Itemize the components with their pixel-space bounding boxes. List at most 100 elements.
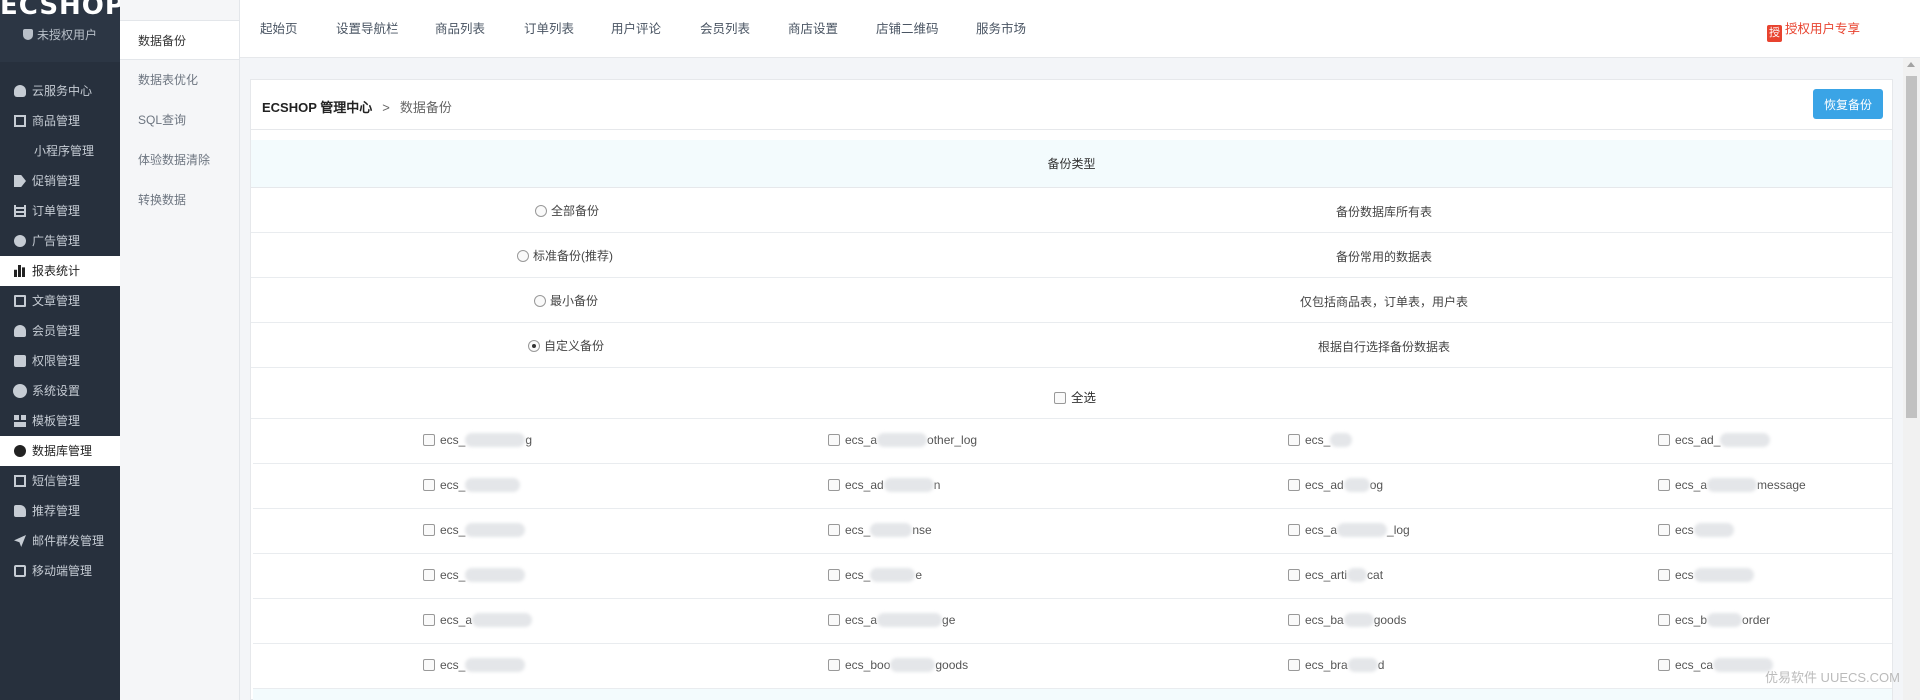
table-checkbox[interactable]	[423, 569, 435, 581]
backup-option-custom[interactable]: 自定义备份	[528, 337, 604, 354]
table-checkbox-item[interactable]: ecs_b order	[1658, 613, 1770, 627]
table-checkbox[interactable]	[1658, 614, 1670, 626]
subnav-convert[interactable]: 转换数据	[120, 180, 239, 220]
table-checkbox-item[interactable]: ecs_boo goods	[828, 658, 968, 672]
table-checkbox[interactable]	[828, 569, 840, 581]
subnav-clear-demo[interactable]: 体验数据清除	[120, 140, 239, 180]
sidebar-item-members[interactable]: 会员管理	[0, 316, 120, 346]
backup-option-standard[interactable]: 标准备份(推荐)	[517, 247, 613, 264]
subnav-optimize[interactable]: 数据表优化	[120, 60, 239, 100]
table-checkbox[interactable]	[1658, 434, 1670, 446]
table-checkbox[interactable]	[1658, 659, 1670, 671]
table-checkbox[interactable]	[423, 659, 435, 671]
backup-option-full[interactable]: 全部备份	[535, 202, 599, 219]
subnav-backup[interactable]: 数据备份	[120, 20, 239, 60]
select-all-checkbox[interactable]	[1054, 392, 1066, 404]
sidebar-item-recommend[interactable]: 推荐管理	[0, 496, 120, 526]
table-checkbox[interactable]	[423, 614, 435, 626]
table-checkbox-item[interactable]: ecs_ nse	[828, 523, 932, 537]
sidebar-item-goods[interactable]: 商品管理	[0, 106, 120, 136]
radio-full[interactable]	[535, 205, 547, 217]
nav-start[interactable]: 起始页	[260, 0, 298, 58]
sidebar-item-cloud[interactable]: 云服务中心	[0, 76, 120, 106]
radio-standard[interactable]	[517, 250, 529, 262]
table-checkbox-item[interactable]: ecs_a message	[1658, 478, 1806, 492]
table-checkbox[interactable]	[1288, 434, 1300, 446]
backup-panel: ECSHOP 管理中心 > 数据备份 恢复备份 备份类型 全部备份 备份数据库所有表…	[250, 79, 1893, 700]
radio-minimal[interactable]	[534, 295, 546, 307]
sidebar-item-reports[interactable]: 报表统计	[0, 256, 120, 286]
nav-nav-settings[interactable]: 设置导航栏	[336, 0, 399, 58]
nav-market[interactable]: 服务市场	[976, 0, 1026, 58]
table-checkbox-item[interactable]: ecs_	[423, 478, 521, 492]
table-checkbox-item[interactable]: ecs_ad og	[1288, 478, 1383, 492]
sidebar-item-mobile[interactable]: 移动端管理	[0, 556, 120, 586]
table-checkbox-item[interactable]: ecs_bra d	[1288, 658, 1384, 672]
table-checkbox-item[interactable]: ecs_ad_	[1658, 433, 1771, 447]
table-checkbox[interactable]	[1288, 479, 1300, 491]
sidebar-item-settings[interactable]: 系统设置	[0, 376, 120, 406]
nav-comments[interactable]: 用户评论	[611, 0, 661, 58]
logo[interactable]: ECSHOP	[0, 0, 124, 21]
nav-order-list[interactable]: 订单列表	[524, 0, 574, 58]
authorized-link[interactable]: 授授权用户专享	[1766, 20, 1860, 42]
page-scrollbar[interactable]	[1903, 58, 1920, 700]
sidebar-item-mass-mail[interactable]: 邮件群发管理	[0, 526, 120, 556]
table-checkbox[interactable]	[1288, 614, 1300, 626]
table-checkbox[interactable]	[1288, 524, 1300, 536]
sidebar-item-templates[interactable]: 模板管理	[0, 406, 120, 436]
table-checkbox[interactable]	[828, 479, 840, 491]
select-all[interactable]: 全选	[1054, 387, 1096, 406]
restore-backup-button[interactable]: 恢复备份	[1813, 89, 1883, 119]
table-name-suffix: other_log	[927, 433, 978, 447]
table-checkbox[interactable]	[828, 659, 840, 671]
table-checkbox-item[interactable]: ecs_	[423, 658, 526, 672]
table-checkbox[interactable]	[423, 479, 435, 491]
table-checkbox[interactable]	[828, 524, 840, 536]
table-checkbox[interactable]	[1658, 569, 1670, 581]
table-name-prefix: ecs_b	[1675, 613, 1708, 627]
sidebar-item-miniprogram[interactable]: 小程序管理	[0, 136, 120, 166]
table-checkbox-item[interactable]: ecs_ca	[1658, 658, 1774, 672]
nav-shop-settings[interactable]: 商店设置	[788, 0, 838, 58]
table-checkbox-item[interactable]: ecs_arti cat	[1288, 568, 1383, 582]
table-checkbox-item[interactable]: ecs_ad n	[828, 478, 940, 492]
table-checkbox-item[interactable]: ecs_a ge	[828, 613, 955, 627]
backup-option-minimal[interactable]: 最小备份	[534, 292, 598, 309]
subnav-sql[interactable]: SQL查询	[120, 100, 239, 140]
radio-custom[interactable]	[528, 340, 540, 352]
sidebar-item-permissions[interactable]: 权限管理	[0, 346, 120, 376]
table-checkbox-item[interactable]: ecs_a	[423, 613, 533, 627]
sidebar-item-sms[interactable]: 短信管理	[0, 466, 120, 496]
nav-goods-list[interactable]: 商品列表	[435, 0, 485, 58]
table-checkbox-item[interactable]: ecs_	[423, 568, 526, 582]
scroll-up-arrow-icon[interactable]	[1907, 62, 1915, 67]
table-checkbox-item[interactable]: ecs_	[1288, 433, 1353, 447]
table-checkbox[interactable]	[828, 614, 840, 626]
sidebar-item-ads[interactable]: 广告管理	[0, 226, 120, 256]
table-checkbox[interactable]	[1658, 524, 1670, 536]
blurred-text	[870, 523, 913, 537]
table-checkbox[interactable]	[423, 434, 435, 446]
breadcrumb-root[interactable]: ECSHOP 管理中心	[262, 100, 372, 115]
sidebar-item-orders[interactable]: 订单管理	[0, 196, 120, 226]
table-checkbox-item[interactable]: ecs_a _log	[1288, 523, 1410, 537]
table-checkbox[interactable]	[1288, 569, 1300, 581]
sidebar-item-articles[interactable]: 文章管理	[0, 286, 120, 316]
table-checkbox[interactable]	[1658, 479, 1670, 491]
table-checkbox[interactable]	[423, 524, 435, 536]
table-checkbox-item[interactable]: ecs_a other_log	[828, 433, 977, 447]
table-checkbox-item[interactable]: ecs_	[423, 523, 526, 537]
nav-qrcode[interactable]: 店铺二维码	[876, 0, 939, 58]
scrollbar-thumb[interactable]	[1906, 76, 1917, 418]
table-checkbox-item[interactable]: ecs_ba goods	[1288, 613, 1406, 627]
table-checkbox-item[interactable]: ecs	[1658, 523, 1734, 537]
table-checkbox-item[interactable]: ecs_ g	[423, 433, 532, 447]
sidebar-item-promotion[interactable]: 促销管理	[0, 166, 120, 196]
table-checkbox-item[interactable]: ecs_ e	[828, 568, 922, 582]
sidebar-item-database[interactable]: 数据库管理	[0, 436, 120, 466]
table-checkbox[interactable]	[828, 434, 840, 446]
nav-members[interactable]: 会员列表	[700, 0, 750, 58]
table-checkbox-item[interactable]: ecs	[1658, 568, 1754, 582]
table-checkbox[interactable]	[1288, 659, 1300, 671]
